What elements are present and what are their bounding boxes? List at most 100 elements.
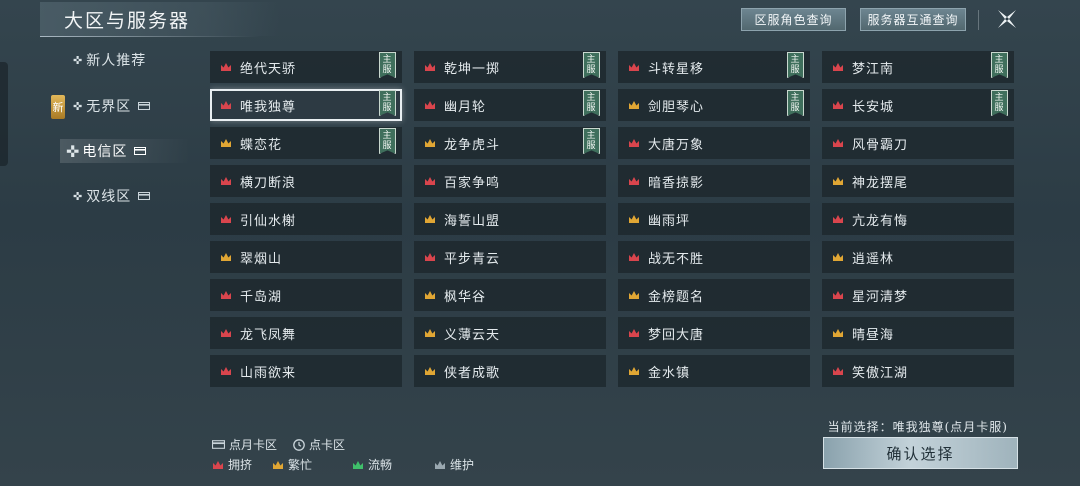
crown-crowded-icon xyxy=(833,139,843,147)
crown-crowded-icon xyxy=(425,63,435,71)
server-item[interactable]: 引仙水榭 xyxy=(210,203,402,235)
crown-busy-icon xyxy=(629,291,639,299)
main-server-tag: 主服 xyxy=(583,128,600,154)
server-name: 龙争虎斗 xyxy=(444,137,501,153)
close-icon xyxy=(998,10,1016,28)
crown-crowded-icon xyxy=(629,253,639,261)
server-name: 千岛湖 xyxy=(240,289,283,305)
server-list[interactable]: 绝代天骄 主服 乾坤一掷 主服 斗转星移 主服 梦江南 主服 唯我独尊 主服 幽月轮 主服 剑胆琴心 主服… xyxy=(210,51,1020,403)
crown-crowded-icon xyxy=(629,63,639,71)
server-select-screen: 大区与服务器 区服角色查询 服务器互通查询 新 ✜ 新人推荐 ✜ 无界区 ✜ 电… xyxy=(0,0,1080,486)
server-item[interactable]: 暗香掠影 xyxy=(618,165,810,197)
server-item[interactable]: 横刀断浪 xyxy=(210,165,402,197)
server-item[interactable]: 绝代天骄 主服 xyxy=(210,51,402,83)
legend-smooth: 流畅 xyxy=(352,456,392,473)
server-item[interactable]: 义薄云天 xyxy=(414,317,606,349)
legend-server-status: 拥挤 繁忙 流畅 维护 xyxy=(212,456,490,473)
crown-crowded-icon xyxy=(833,215,843,223)
crown-busy-icon xyxy=(425,215,435,223)
server-item[interactable]: 金水镇 xyxy=(618,355,810,387)
server-item[interactable]: 幽月轮 主服 xyxy=(414,89,606,121)
server-name: 金榜题名 xyxy=(648,289,705,305)
server-item[interactable]: 百家争鸣 xyxy=(414,165,606,197)
legend-zone-types: 点月卡区 点卡区 xyxy=(212,436,361,453)
main-server-tag: 主服 xyxy=(583,52,600,78)
server-item[interactable]: 笑傲江湖 xyxy=(822,355,1014,387)
server-item[interactable]: 龙飞凤舞 xyxy=(210,317,402,349)
server-name: 绝代天骄 xyxy=(240,61,297,77)
server-item[interactable]: 晴昼海 xyxy=(822,317,1014,349)
server-name: 侠者成歌 xyxy=(444,365,501,381)
server-name: 梦回大唐 xyxy=(648,327,705,343)
sidebar-item-label: 无界区 xyxy=(86,99,132,115)
crown-busy-icon xyxy=(425,139,435,147)
monthly-card-icon xyxy=(212,440,225,449)
crown-gold-icon xyxy=(273,460,284,469)
role-query-button[interactable]: 区服角色查询 xyxy=(741,8,846,31)
crown-busy-icon xyxy=(629,101,639,109)
crown-busy-icon xyxy=(833,253,843,261)
sidebar-item-dual-line[interactable]: ✜ 双线区 xyxy=(60,182,190,210)
server-name: 风骨霸刀 xyxy=(852,137,909,153)
sidebar-item-label: 新人推荐 xyxy=(86,53,147,69)
legend-crowded: 拥挤 xyxy=(212,456,252,473)
server-item[interactable]: 梦回大唐 xyxy=(618,317,810,349)
confirm-selection-button[interactable]: 确认选择 xyxy=(823,437,1018,469)
server-name: 引仙水榭 xyxy=(240,213,297,229)
sidebar-item-telecom[interactable]: ✜ 电信区 xyxy=(60,137,190,165)
server-item[interactable]: 梦江南 主服 xyxy=(822,51,1014,83)
sidebar-edge-tab xyxy=(0,62,8,166)
server-item[interactable]: 山雨欲来 xyxy=(210,355,402,387)
server-item[interactable]: 斗转星移 主服 xyxy=(618,51,810,83)
crown-crowded-icon xyxy=(221,329,231,337)
crown-crowded-icon xyxy=(833,291,843,299)
server-name: 晴昼海 xyxy=(852,327,895,343)
clock-icon xyxy=(293,438,305,451)
monthly-card-icon xyxy=(134,147,147,155)
server-item[interactable]: 千岛湖 xyxy=(210,279,402,311)
server-item[interactable]: 唯我独尊 主服 xyxy=(210,89,402,121)
server-name: 海誓山盟 xyxy=(444,213,501,229)
server-item[interactable]: 逍遥林 xyxy=(822,241,1014,273)
current-selection-text: 当前选择：唯我独尊(点月卡服) xyxy=(827,420,1008,434)
server-item[interactable]: 幽雨坪 xyxy=(618,203,810,235)
server-item[interactable]: 龙争虎斗 主服 xyxy=(414,127,606,159)
server-item[interactable]: 乾坤一掷 主服 xyxy=(414,51,606,83)
sidebar-item-wujie[interactable]: ✜ 无界区 xyxy=(60,92,190,120)
close-button[interactable] xyxy=(995,7,1019,31)
server-item[interactable]: 平步青云 xyxy=(414,241,606,273)
server-interop-query-button[interactable]: 服务器互通查询 xyxy=(860,8,966,31)
server-item[interactable]: 金榜题名 xyxy=(618,279,810,311)
server-name: 逍遥林 xyxy=(852,251,895,267)
server-item[interactable]: 翠烟山 xyxy=(210,241,402,273)
legend-busy: 繁忙 xyxy=(272,456,312,473)
main-server-tag: 主服 xyxy=(379,52,396,78)
crown-busy-icon xyxy=(629,367,639,375)
sparkle-icon: ✜ xyxy=(66,141,81,161)
crown-busy-icon xyxy=(221,139,231,147)
server-name: 梦江南 xyxy=(852,61,895,77)
server-item[interactable]: 风骨霸刀 xyxy=(822,127,1014,159)
sidebar-item-label: 双线区 xyxy=(86,189,132,205)
server-name: 剑胆琴心 xyxy=(648,99,705,115)
crown-busy-icon xyxy=(833,177,843,185)
server-item[interactable]: 大唐万象 xyxy=(618,127,810,159)
server-item[interactable]: 神龙摆尾 xyxy=(822,165,1014,197)
server-item[interactable]: 剑胆琴心 主服 xyxy=(618,89,810,121)
crown-crowded-icon xyxy=(425,177,435,185)
server-item[interactable]: 蝶恋花 主服 xyxy=(210,127,402,159)
server-name: 百家争鸣 xyxy=(444,175,501,191)
server-item[interactable]: 侠者成歌 xyxy=(414,355,606,387)
crown-crowded-icon xyxy=(833,367,843,375)
server-name: 枫华谷 xyxy=(444,289,487,305)
server-item[interactable]: 战无不胜 xyxy=(618,241,810,273)
server-item[interactable]: 海誓山盟 xyxy=(414,203,606,235)
server-item[interactable]: 枫华谷 xyxy=(414,279,606,311)
crown-crowded-icon xyxy=(629,177,639,185)
crown-crowded-icon xyxy=(221,367,231,375)
server-item[interactable]: 亢龙有悔 xyxy=(822,203,1014,235)
server-name: 横刀断浪 xyxy=(240,175,297,191)
sidebar-item-new-player[interactable]: ✜ 新人推荐 xyxy=(60,46,190,74)
server-item[interactable]: 星河清梦 xyxy=(822,279,1014,311)
server-item[interactable]: 长安城 主服 xyxy=(822,89,1014,121)
